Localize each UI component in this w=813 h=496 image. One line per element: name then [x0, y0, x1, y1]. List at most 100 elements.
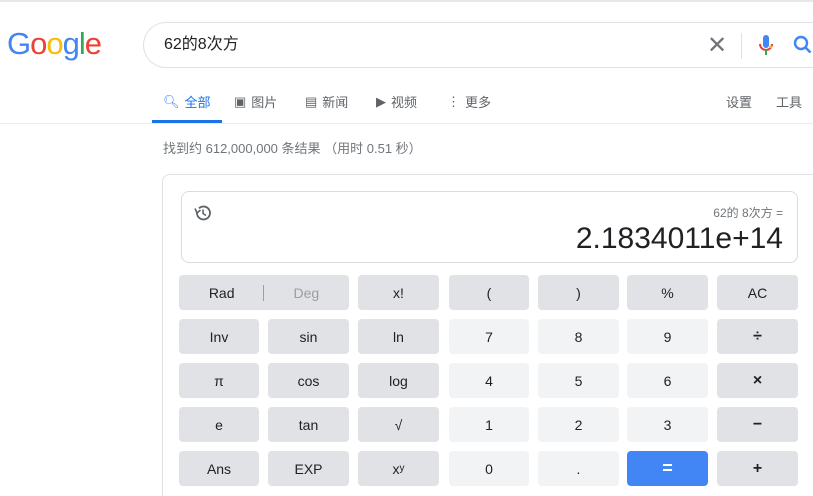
- history-icon[interactable]: [193, 203, 213, 223]
- key-ln[interactable]: ln: [358, 319, 439, 354]
- key-0[interactable]: 0: [449, 451, 529, 486]
- key-6[interactable]: 6: [627, 363, 708, 398]
- key-label: Ans: [206, 460, 232, 477]
- key-label: cos: [297, 372, 320, 389]
- tab-label: 视频: [391, 95, 418, 110]
- key-label: 6: [663, 372, 672, 389]
- key-7[interactable]: 7: [449, 319, 529, 354]
- key-e[interactable]: e: [179, 407, 259, 442]
- tab-images[interactable]: ▣ 图片: [234, 92, 277, 111]
- key-factorial[interactable]: x!: [358, 275, 439, 310]
- clear-icon[interactable]: ✕: [707, 31, 727, 60]
- key-equals[interactable]: =: [627, 451, 708, 486]
- key-label: x!: [393, 284, 404, 301]
- key-label: 9: [663, 328, 672, 345]
- search-icon: 🔍︎: [163, 93, 180, 109]
- tab-label: 新闻: [322, 95, 349, 110]
- key-close-paren[interactable]: ): [538, 275, 619, 310]
- search-input[interactable]: [164, 33, 664, 51]
- key-divide[interactable]: ÷: [717, 319, 798, 354]
- rad-deg-toggle[interactable]: Rad Deg: [179, 275, 349, 310]
- divider: [741, 33, 742, 59]
- search-tabs: 🔍︎ 全部 ▣ 图片 ▤ 新闻 ▶ 视频 ⋮ 更多 设置 工具: [0, 86, 813, 124]
- search-box: ✕: [143, 22, 813, 68]
- key-1[interactable]: 1: [449, 407, 529, 442]
- key-label: 8: [574, 328, 583, 345]
- key-label: e: [215, 416, 223, 433]
- key-label: +: [752, 459, 763, 477]
- key-4[interactable]: 4: [449, 363, 529, 398]
- key-plus[interactable]: +: [717, 451, 798, 486]
- key-label: .: [576, 460, 581, 477]
- key-label: ): [576, 284, 581, 301]
- rad-label[interactable]: Rad: [209, 285, 235, 301]
- key-pi[interactable]: π: [179, 363, 259, 398]
- key-tan[interactable]: tan: [268, 407, 349, 442]
- key-answer[interactable]: Ans: [179, 451, 259, 486]
- result-stats: 找到约 612,000,000 条结果 （用时 0.51 秒）: [163, 141, 422, 156]
- tools-link[interactable]: 工具: [776, 92, 802, 111]
- active-tab-indicator: [152, 120, 222, 123]
- key-inverse[interactable]: Inv: [179, 319, 259, 354]
- calculator-display: 62的 8次方 = 2.1834011e+14: [181, 191, 798, 263]
- settings-link[interactable]: 设置: [726, 92, 752, 111]
- key-label: (: [486, 284, 492, 301]
- calculator-expression: 62的 8次方 =: [713, 206, 783, 220]
- key-label: 2: [574, 416, 583, 433]
- key-label: 0: [485, 460, 493, 477]
- key-label: EXP: [294, 460, 323, 477]
- key-label: 5: [574, 372, 583, 389]
- news-icon: ▤: [305, 93, 318, 109]
- key-sin[interactable]: sin: [268, 319, 349, 354]
- tab-videos[interactable]: ▶ 视频: [376, 92, 417, 111]
- key-label: 3: [663, 416, 672, 433]
- key-label: sin: [299, 328, 318, 345]
- divider: [262, 284, 264, 301]
- top-border: [0, 0, 813, 2]
- key-label: 1: [485, 416, 493, 433]
- search-icon[interactable]: [792, 34, 812, 58]
- key-sqrt[interactable]: √: [358, 407, 439, 442]
- key-label: 4: [485, 372, 493, 389]
- microphone-icon[interactable]: [758, 34, 774, 58]
- key-exp[interactable]: EXP: [268, 451, 349, 486]
- tab-label: 更多: [465, 95, 492, 110]
- key-label: 7: [485, 328, 493, 345]
- key-label: x: [392, 460, 400, 477]
- tab-label: 全部: [184, 95, 211, 110]
- google-logo[interactable]: Google: [7, 26, 102, 62]
- key-label: AC: [747, 284, 768, 301]
- tab-more[interactable]: ⋮ 更多: [447, 92, 491, 111]
- key-label: %: [661, 284, 674, 301]
- key-label: −: [752, 415, 763, 433]
- tab-news[interactable]: ▤ 新闻: [305, 92, 348, 111]
- key-multiply[interactable]: ×: [717, 363, 798, 398]
- key-decimal[interactable]: .: [538, 451, 619, 486]
- key-5[interactable]: 5: [538, 363, 619, 398]
- key-label: ×: [752, 371, 763, 389]
- key-2[interactable]: 2: [538, 407, 619, 442]
- calculator-result: 2.1834011e+14: [575, 222, 783, 255]
- key-minus[interactable]: −: [717, 407, 798, 442]
- tab-all[interactable]: 🔍︎ 全部: [163, 92, 211, 111]
- key-label: ÷: [753, 327, 762, 345]
- video-icon: ▶: [376, 93, 386, 109]
- key-all-clear[interactable]: AC: [717, 275, 798, 310]
- key-log[interactable]: log: [358, 363, 439, 398]
- key-label: ln: [393, 328, 404, 345]
- key-label: √: [394, 416, 403, 433]
- deg-label[interactable]: Deg: [294, 285, 320, 301]
- key-superscript: y: [399, 463, 405, 474]
- key-label: log: [389, 372, 408, 389]
- key-open-paren[interactable]: (: [449, 275, 529, 310]
- key-9[interactable]: 9: [627, 319, 708, 354]
- key-cos[interactable]: cos: [268, 363, 349, 398]
- key-8[interactable]: 8: [538, 319, 619, 354]
- key-percent[interactable]: %: [627, 275, 708, 310]
- tab-label: 图片: [251, 95, 278, 110]
- key-label: tan: [298, 416, 319, 433]
- image-icon: ▣: [234, 93, 247, 109]
- key-3[interactable]: 3: [627, 407, 708, 442]
- key-power[interactable]: xy: [358, 451, 439, 486]
- key-label: π: [214, 372, 224, 389]
